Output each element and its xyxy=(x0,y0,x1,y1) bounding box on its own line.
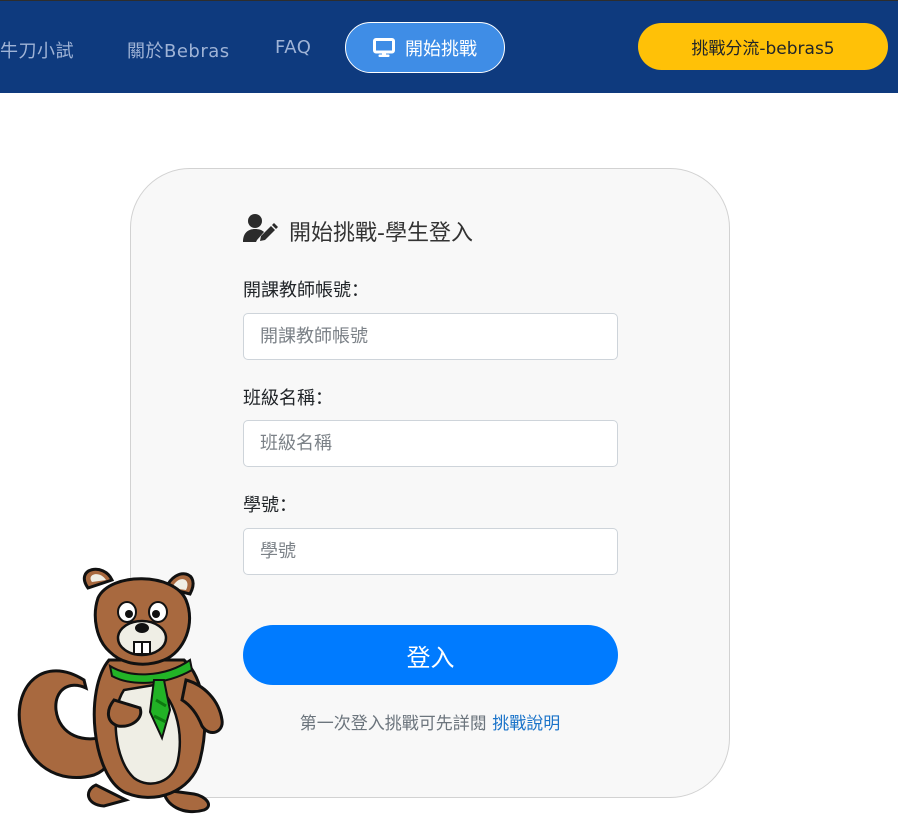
hint-text: 第一次登入挑戰可先詳閱 xyxy=(299,714,487,734)
nav-link-about[interactable]: 關於Bebras xyxy=(127,37,230,63)
teacher-account-label: 開課教師帳號： xyxy=(243,280,369,301)
beaver-mascot-image xyxy=(17,567,224,814)
login-card-title: 開始挑戰-學生登入 xyxy=(243,213,473,249)
teacher-account-input[interactable] xyxy=(243,313,618,360)
login-button[interactable]: 登入 xyxy=(243,625,618,685)
nav-start-challenge-label: 開始挑戰 xyxy=(405,38,477,60)
top-navbar: 牛刀小試 關於Bebras FAQ 開始挑戰 挑戰分流-bebras5 xyxy=(0,0,898,93)
monitor-icon xyxy=(373,37,395,58)
student-id-input[interactable] xyxy=(243,528,618,575)
challenge-server-button[interactable]: 挑戰分流-bebras5 xyxy=(638,23,888,70)
nav-start-challenge-button[interactable]: 開始挑戰 xyxy=(345,22,505,73)
nav-link-faq[interactable]: FAQ xyxy=(275,37,311,58)
nav-link-trial[interactable]: 牛刀小試 xyxy=(0,37,74,63)
challenge-instructions-link[interactable]: 挑戰說明 xyxy=(492,714,560,734)
user-edit-icon xyxy=(243,213,279,249)
class-name-label: 班級名稱： xyxy=(243,388,333,409)
challenge-server-label: 挑戰分流-bebras5 xyxy=(691,39,835,59)
student-id-label: 學號： xyxy=(243,495,297,516)
login-title-text: 開始挑戰-學生登入 xyxy=(289,221,473,246)
class-name-input[interactable] xyxy=(243,420,618,467)
